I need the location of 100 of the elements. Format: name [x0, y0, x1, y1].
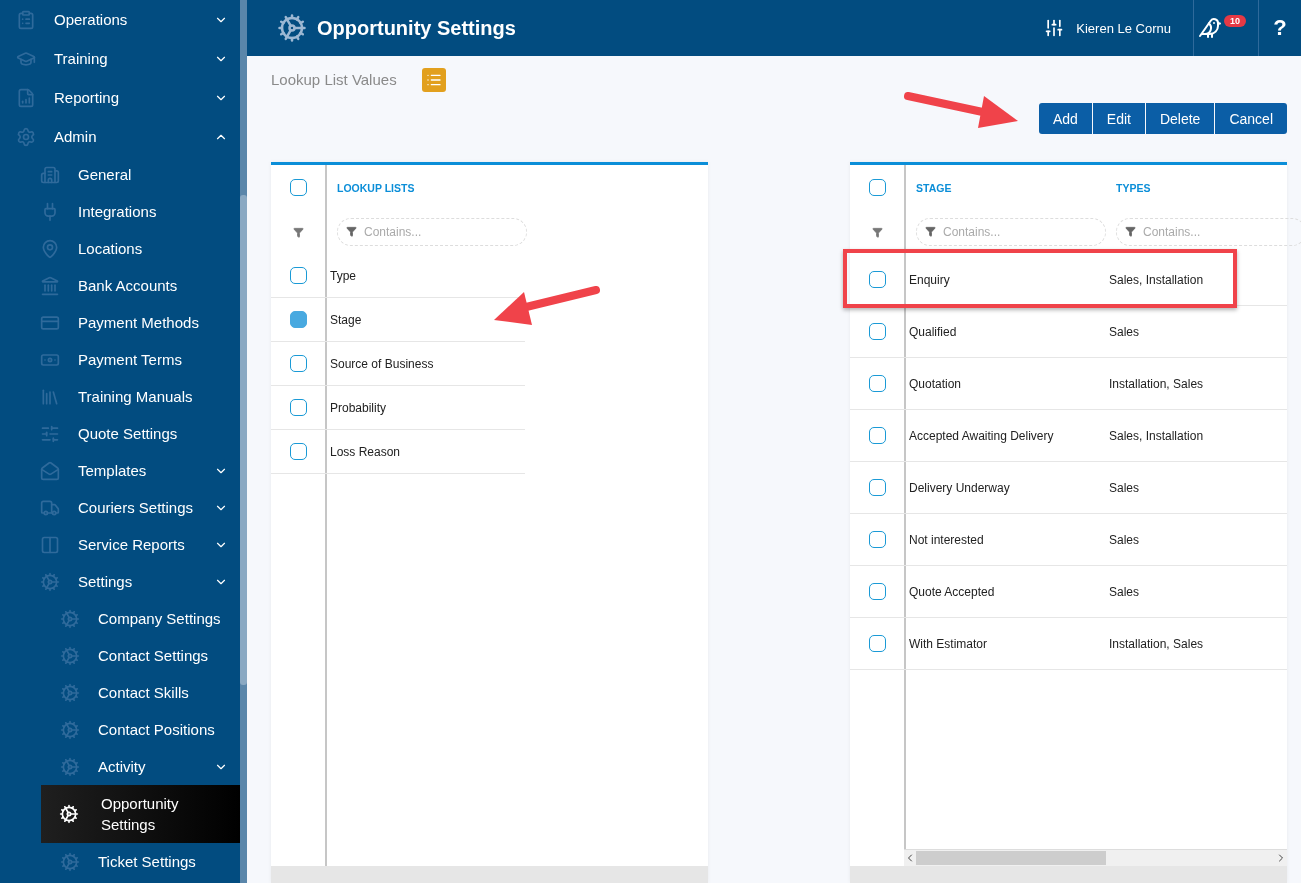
table-row[interactable]: Quotation Installation, Sales: [850, 358, 1287, 410]
table-cell-text: Source of Business: [329, 356, 435, 371]
sidebar-item[interactable]: Admin: [0, 117, 240, 156]
gears-icon: [60, 645, 80, 666]
sliders-icon[interactable]: [1044, 18, 1065, 38]
row-checkbox[interactable]: [289, 443, 307, 460]
table-cell-text: Loss Reason: [329, 444, 402, 459]
sidebar-item[interactable]: Company Settings: [0, 600, 240, 637]
scrollbar-thumb[interactable]: [916, 851, 1106, 865]
sidebar-item[interactable]: Operations: [0, 0, 240, 39]
table-cell-text: Sales, Installation: [1108, 272, 1205, 287]
report-icon: [16, 87, 36, 108]
gears-icon: [60, 608, 80, 629]
table-cell-text: Type: [329, 268, 357, 283]
gears-icon: [40, 571, 60, 592]
sidebar-item[interactable]: Payment Terms: [0, 341, 240, 378]
table-cell-text: Quotation: [908, 376, 963, 391]
sliders-icon: [40, 423, 60, 444]
sidebar-item[interactable]: Training Manuals: [0, 378, 240, 415]
table-row[interactable]: Enquiry Sales, Installation: [850, 254, 1287, 306]
filter-icon: [925, 226, 936, 237]
table-cell-text: Probability: [329, 400, 388, 415]
sidebar-item[interactable]: Quote Settings: [0, 415, 240, 452]
table-row[interactable]: Quote Accepted Sales: [850, 566, 1287, 618]
sidebar-item[interactable]: Reporting: [0, 78, 240, 117]
row-checkbox[interactable]: [289, 311, 307, 328]
bank-icon: [40, 275, 60, 296]
row-checkbox[interactable]: [289, 355, 307, 372]
column-header[interactable]: TYPES: [1104, 181, 1301, 194]
toolbar-button[interactable]: Add: [1038, 103, 1092, 134]
table-cell-text: Sales: [1108, 584, 1141, 599]
clipboard-icon: [16, 9, 36, 30]
sidebar-item[interactable]: Bank Accounts: [0, 267, 240, 304]
filter-icon: [871, 226, 883, 238]
table-cell-text: Not interested: [908, 532, 985, 547]
columns-icon: [40, 534, 60, 555]
row-checkbox[interactable]: [289, 267, 307, 284]
table-row[interactable]: With Estimator Installation, Sales: [850, 618, 1287, 670]
table-cell-text: Installation, Sales: [1108, 636, 1205, 651]
sidebar-item[interactable]: Service Reports: [0, 526, 240, 563]
table-cell-text: Quote Accepted: [908, 584, 996, 599]
row-checkbox[interactable]: [289, 399, 307, 416]
select-all-checkbox[interactable]: [868, 179, 886, 196]
row-checkbox[interactable]: [868, 375, 886, 392]
row-checkbox[interactable]: [868, 427, 886, 444]
sidebar-item[interactable]: Templates: [0, 452, 240, 489]
bird-icon[interactable]: [1198, 16, 1222, 40]
section-title: Lookup List Values: [271, 71, 397, 88]
user-name[interactable]: Kieren Le Cornu: [1076, 20, 1171, 36]
help-button[interactable]: ?: [1259, 15, 1301, 41]
filter-icon: [346, 226, 357, 237]
scrollbar-thumb[interactable]: [240, 195, 247, 685]
row-checkbox[interactable]: [868, 271, 886, 288]
table-cell-text: Sales, Installation: [1108, 428, 1205, 443]
row-checkbox[interactable]: [868, 531, 886, 548]
table-cell-text: Installation, Sales: [1108, 376, 1205, 391]
toolbar-button[interactable]: Cancel: [1215, 103, 1287, 134]
table-row[interactable]: Delivery Underway Sales: [850, 462, 1287, 514]
table-cell-text: Enquiry: [908, 272, 951, 287]
toolbar-button[interactable]: Delete: [1145, 103, 1215, 134]
sidebar-item[interactable]: Locations: [0, 230, 240, 267]
sidebar-item[interactable]: Settings: [0, 563, 240, 600]
table-cell-text: Stage: [329, 312, 363, 327]
row-checkbox[interactable]: [868, 635, 886, 652]
sidebar-item[interactable]: General: [0, 156, 240, 193]
envelope-icon: [40, 460, 60, 481]
map-pin-icon: [40, 238, 60, 259]
table-cell-text: Delivery Underway: [908, 480, 1011, 495]
gears-icon: [60, 682, 80, 703]
table-cell-text: Sales: [1108, 324, 1141, 339]
select-all-checkbox[interactable]: [289, 179, 307, 196]
sidebar-item[interactable]: Activity: [0, 748, 240, 785]
gears-icon: [60, 756, 80, 777]
sidebar-item[interactable]: Contact Settings: [0, 637, 240, 674]
toolbar-button[interactable]: Edit: [1092, 103, 1145, 134]
sidebar-item[interactable]: Training: [0, 39, 240, 78]
table-row[interactable]: Qualified Sales: [850, 306, 1287, 358]
gears-icon: [59, 804, 79, 824]
row-checkbox[interactable]: [868, 323, 886, 340]
table-row[interactable]: Not interested Sales: [850, 514, 1287, 566]
sidebar-item[interactable]: Integrations: [0, 193, 240, 230]
table-cell-text: With Estimator: [908, 636, 988, 651]
sidebar-item[interactable]: Couriers Settings: [0, 489, 240, 526]
filter-icon: [292, 226, 304, 238]
table-cell-text: Sales: [1108, 480, 1141, 495]
table-row[interactable]: Accepted Awaiting Delivery Sales, Installation: [850, 410, 1287, 462]
gears-icon: [277, 13, 307, 43]
page-title: Opportunity Settings: [317, 16, 517, 40]
sidebar-item[interactable]: Ticket Settings: [0, 843, 240, 880]
sidebar-item[interactable]: Contact Positions: [0, 711, 240, 748]
horizontal-scrollbar[interactable]: [904, 849, 1287, 866]
column-header[interactable]: LOOKUP LISTS: [325, 181, 525, 194]
sidebar-item[interactable]: Opportunity Settings: [41, 785, 240, 843]
row-checkbox[interactable]: [868, 583, 886, 600]
row-checkbox[interactable]: [868, 479, 886, 496]
column-header[interactable]: STAGE: [904, 181, 1104, 194]
filter-icon: [1125, 226, 1136, 237]
list-button[interactable]: [421, 67, 446, 92]
sidebar-item[interactable]: Contact Skills: [0, 674, 240, 711]
sidebar-item[interactable]: Payment Methods: [0, 304, 240, 341]
